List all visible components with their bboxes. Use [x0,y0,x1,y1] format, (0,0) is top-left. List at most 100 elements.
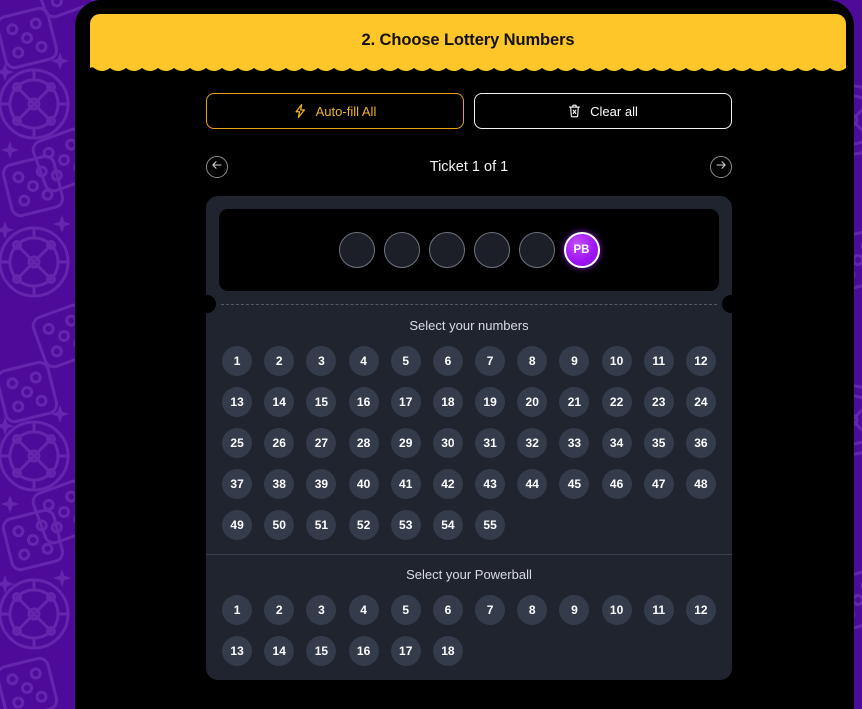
clear-all-label: Clear all [590,103,638,119]
number-ball[interactable]: 47 [643,469,674,499]
number-ball[interactable]: 54 [432,510,463,540]
number-ball[interactable]: 39 [306,469,337,499]
main-numbers-section: Select your numbers 1 2 3 4 5 6 7 8 9 10 11 12 13 14 1… [206,306,732,554]
number-ball[interactable]: 19 [475,387,506,417]
number-ball[interactable]: 2 [264,346,295,376]
number-ball[interactable]: 36 [685,428,716,458]
powerball-ball[interactable]: 16 [348,636,379,666]
powerball-ball[interactable]: 10 [601,595,632,625]
number-ball[interactable]: 29 [390,428,421,458]
number-ball[interactable]: 35 [643,428,674,458]
content-column: Auto-fill All Clear all Ticket 1 of 1 PB… [206,93,732,680]
number-slot[interactable] [428,232,465,268]
powerball-ball[interactable]: 9 [559,595,590,625]
number-ball[interactable]: 5 [390,346,421,376]
number-ball[interactable]: 52 [348,510,379,540]
ticket-counter: Ticket 1 of 1 [429,159,509,175]
powerball-ball[interactable]: 15 [306,636,337,666]
app-panel: 2. Choose Lottery Numbers Auto-fill All [75,0,854,709]
powerball-ball[interactable]: 12 [685,595,716,625]
trash-x-icon [568,104,581,118]
number-ball[interactable]: 55 [475,510,506,540]
powerball-slot[interactable]: PB [563,232,600,268]
number-ball[interactable]: 17 [390,387,421,417]
auto-fill-all-label: Auto-fill All [315,103,377,119]
arrow-left-circle-icon [211,158,223,176]
number-ball[interactable]: 27 [306,428,337,458]
number-ball[interactable]: 32 [517,428,548,458]
number-ball[interactable]: 24 [685,387,716,417]
number-ball[interactable]: 23 [643,387,674,417]
powerball-ball[interactable]: 17 [390,636,421,666]
number-ball[interactable]: 53 [390,510,421,540]
number-ball[interactable]: 43 [475,469,506,499]
powerball-ball[interactable]: 1 [222,595,253,625]
powerball-ball[interactable]: 11 [643,595,674,625]
auto-fill-all-button[interactable]: Auto-fill All [206,93,464,129]
slot-row: PB [219,209,719,291]
number-slot[interactable] [473,232,510,268]
powerball-ball[interactable]: 6 [432,595,463,625]
powerball-ball[interactable]: 3 [306,595,337,625]
number-ball[interactable]: 51 [306,510,337,540]
number-ball[interactable]: 15 [306,387,337,417]
number-ball[interactable]: 37 [222,469,253,499]
selected-numbers-display: PB [206,196,732,304]
powerball-ball[interactable]: 4 [348,595,379,625]
number-ball[interactable]: 14 [264,387,295,417]
number-ball[interactable]: 8 [517,346,548,376]
number-ball[interactable]: 7 [475,346,506,376]
powerball-ball[interactable]: 7 [475,595,506,625]
powerball-section: Select your Powerball 1 2 3 4 5 6 7 8 9 10 11 12 13 1… [206,554,732,680]
lightning-bolt-icon [294,104,307,118]
number-ball[interactable]: 50 [264,510,295,540]
powerball-ball[interactable]: 2 [264,595,295,625]
number-ball[interactable]: 40 [348,469,379,499]
number-ball[interactable]: 25 [222,428,253,458]
number-ball[interactable]: 42 [432,469,463,499]
number-ball[interactable]: 21 [559,387,590,417]
number-ball[interactable]: 13 [222,387,253,417]
powerball-ball[interactable]: 13 [222,636,253,666]
number-ball[interactable]: 44 [517,469,548,499]
number-ball[interactable]: 12 [685,346,716,376]
powerball-grid: 1 2 3 4 5 6 7 8 9 10 11 12 13 14 15 16 17 18 [216,595,722,666]
number-ball[interactable]: 20 [517,387,548,417]
main-numbers-grid: 1 2 3 4 5 6 7 8 9 10 11 12 13 14 15 16 17 18 19 20 21 22 23 24 2… [216,346,722,540]
number-ball[interactable]: 16 [348,387,379,417]
number-ball[interactable]: 46 [601,469,632,499]
number-ball[interactable]: 33 [559,428,590,458]
number-ball[interactable]: 41 [390,469,421,499]
number-ball[interactable]: 3 [306,346,337,376]
number-ball[interactable]: 1 [222,346,253,376]
arrow-right-circle-icon [715,158,727,176]
clear-all-button[interactable]: Clear all [474,93,732,129]
number-ball[interactable]: 45 [559,469,590,499]
number-slot[interactable] [383,232,420,268]
number-ball[interactable]: 49 [222,510,253,540]
number-ball[interactable]: 26 [264,428,295,458]
next-ticket-button[interactable] [709,156,732,178]
powerball-ball[interactable]: 14 [264,636,295,666]
action-toolbar: Auto-fill All Clear all [206,93,732,129]
number-slot[interactable] [338,232,375,268]
number-ball[interactable]: 11 [643,346,674,376]
number-ball[interactable]: 34 [601,428,632,458]
number-ball[interactable]: 31 [475,428,506,458]
number-ball[interactable]: 18 [432,387,463,417]
number-ball[interactable]: 30 [432,428,463,458]
powerball-ball[interactable]: 5 [390,595,421,625]
ticket-card: PB Select your numbers 1 2 3 4 5 6 7 8 9 10 11 12 13… [206,196,732,680]
number-ball[interactable]: 48 [685,469,716,499]
powerball-ball[interactable]: 18 [432,636,463,666]
number-ball[interactable]: 9 [559,346,590,376]
powerball-ball[interactable]: 8 [517,595,548,625]
number-ball[interactable]: 6 [432,346,463,376]
number-slot[interactable] [518,232,555,268]
number-ball[interactable]: 28 [348,428,379,458]
previous-ticket-button[interactable] [206,156,228,178]
number-ball[interactable]: 38 [264,469,295,499]
number-ball[interactable]: 10 [601,346,632,376]
number-ball[interactable]: 4 [348,346,379,376]
number-ball[interactable]: 22 [601,387,632,417]
